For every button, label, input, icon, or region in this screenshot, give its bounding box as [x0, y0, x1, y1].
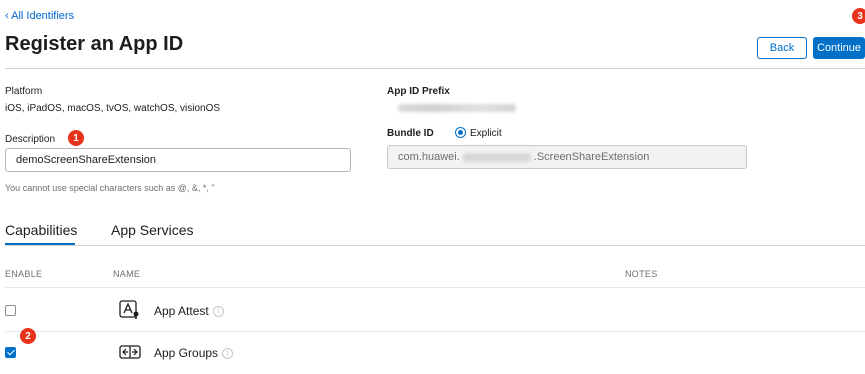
table-row: App Attest i — [0, 291, 865, 331]
annotation-badge-3: 3 — [852, 8, 865, 24]
app-attest-icon — [119, 300, 139, 319]
column-header-notes: NOTES — [625, 269, 658, 279]
app-id-prefix-redacted — [398, 104, 516, 112]
explicit-radio[interactable] — [455, 127, 466, 138]
table-header-divider — [5, 287, 865, 288]
tabs-divider — [5, 245, 865, 246]
column-header-enable: ENABLE — [5, 269, 43, 279]
platform-label: Platform — [5, 86, 43, 97]
explicit-radio-label[interactable]: Explicit — [470, 128, 502, 139]
info-icon[interactable]: i — [212, 306, 224, 318]
description-label: Description — [5, 134, 56, 145]
app-groups-icon — [119, 345, 141, 359]
register-app-id-page: ‹ All Identifiers Register an App ID Bac… — [0, 0, 865, 374]
description-input-value: demoScreenShareExtension — [16, 154, 157, 166]
app-attest-name: App Attest i — [154, 304, 224, 318]
tab-capabilities[interactable]: Capabilities — [5, 222, 77, 238]
annotation-badge-1: 1 — [68, 130, 84, 146]
bundle-id-label: Bundle ID — [387, 128, 434, 139]
description-input[interactable]: demoScreenShareExtension — [5, 148, 351, 172]
bundle-id-input[interactable]: com.huawei. .ScreenShareExtension — [387, 145, 747, 169]
continue-button[interactable]: Continue — [813, 37, 865, 59]
all-identifiers-link[interactable]: ‹ All Identifiers — [5, 10, 74, 22]
app-groups-label: App Groups — [154, 346, 219, 360]
page-title: Register an App ID — [5, 33, 184, 55]
app-groups-checkbox[interactable] — [5, 347, 16, 358]
row-divider — [5, 331, 865, 332]
info-icon[interactable]: i — [222, 348, 234, 360]
bundle-id-redacted — [462, 152, 531, 162]
table-row: App Groups i — [0, 333, 865, 373]
back-button[interactable]: Back — [757, 37, 807, 59]
platform-value: iOS, iPadOS, macOS, tvOS, watchOS, visio… — [5, 103, 221, 114]
app-id-prefix-label: App ID Prefix — [387, 86, 450, 97]
description-hint: You cannot use special characters such a… — [5, 183, 215, 193]
tab-app-services[interactable]: App Services — [111, 222, 193, 238]
bundle-id-prefix: com.huawei. — [398, 151, 460, 163]
app-groups-name: App Groups i — [154, 346, 234, 360]
column-header-name: NAME — [113, 269, 141, 279]
app-attest-label: App Attest — [154, 304, 209, 318]
app-attest-checkbox[interactable] — [5, 305, 16, 316]
header-divider — [5, 68, 865, 69]
bundle-id-suffix: .ScreenShareExtension — [533, 151, 650, 163]
